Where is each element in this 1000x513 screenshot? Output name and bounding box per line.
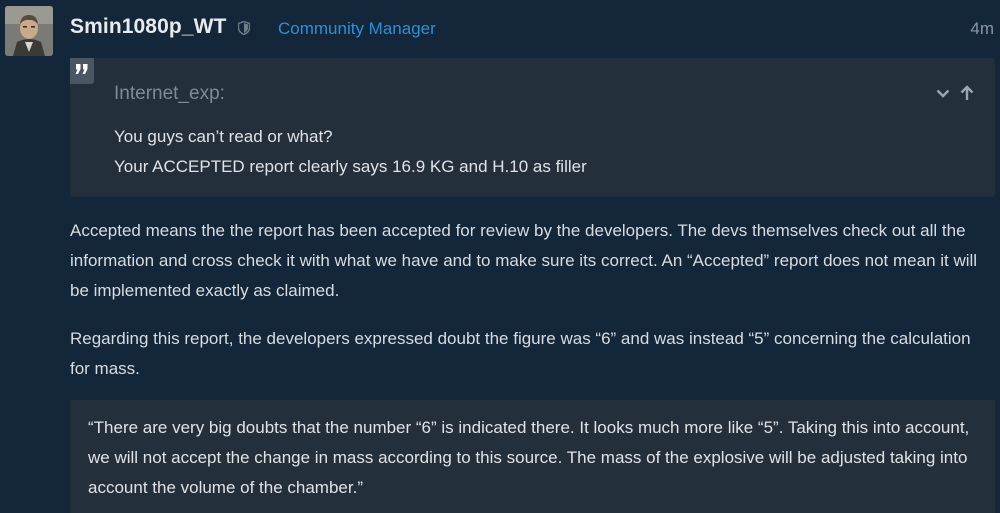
post-paragraph: Regarding this report, the developers ex… xyxy=(70,329,971,378)
avatar-image xyxy=(5,6,53,56)
quoted-reply: Internet_exp: You guys can’t read or wha… xyxy=(70,58,995,197)
shield-icon xyxy=(237,20,251,36)
quote-text: You guys can’t read or what? Your ACCEPT… xyxy=(114,122,587,182)
post-paragraph: Accepted means the the report has been a… xyxy=(70,221,978,300)
quote-icon xyxy=(70,58,94,84)
post-header: Smin1080p_WT Community Manager 4m xyxy=(70,15,1000,45)
blockquote-text: “There are very big doubts that the numb… xyxy=(88,418,970,497)
quote-line: You guys can’t read or what? xyxy=(114,127,333,146)
blockquote: “There are very big doubts that the numb… xyxy=(70,400,995,513)
arrow-up-icon[interactable] xyxy=(959,84,975,102)
post-timestamp[interactable]: 4m xyxy=(970,19,994,39)
chevron-down-icon[interactable] xyxy=(935,84,951,102)
user-avatar[interactable] xyxy=(5,6,53,56)
username-link[interactable]: Smin1080p_WT xyxy=(70,15,226,39)
quote-line: Your ACCEPTED report clearly says 16.9 K… xyxy=(114,157,587,176)
quote-author[interactable]: Internet_exp: xyxy=(114,83,225,105)
user-title-link[interactable]: Community Manager xyxy=(278,19,436,39)
forum-post: Smin1080p_WT Community Manager 4m Intern… xyxy=(0,0,1000,513)
quote-controls xyxy=(935,84,975,102)
